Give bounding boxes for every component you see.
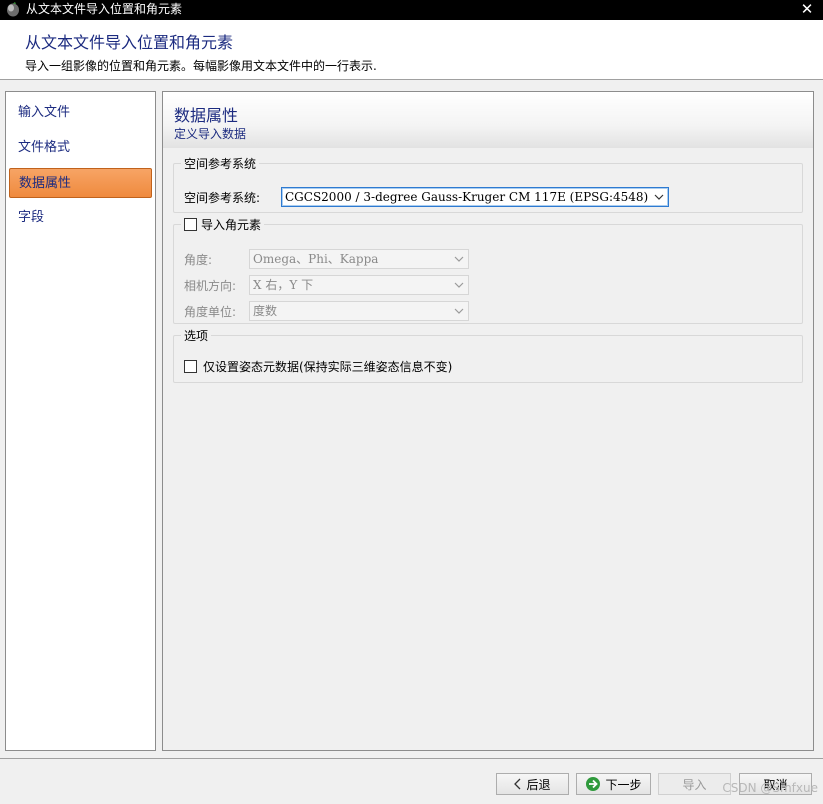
sidebar-item-input-file[interactable]: 输入文件 — [9, 98, 152, 128]
options-legend: 选项 — [184, 329, 209, 343]
chevron-down-icon — [654, 194, 664, 200]
camera-direction-dropdown[interactable]: X 右，Y 下 — [249, 275, 469, 295]
spatial-reference-group: 空间参考系统 空间参考系统: CGCS2000 / 3-degree Gauss… — [173, 155, 803, 213]
back-button[interactable]: 后退 — [496, 773, 569, 795]
next-arrow-icon — [586, 777, 601, 791]
panel-header: 数据属性 定义导入数据 — [163, 92, 813, 148]
sidebar-item-label: 字段 — [18, 210, 45, 225]
wizard-footer: 后退 下一步 导入 取消 — [0, 758, 823, 804]
wizard-title: 从文本文件导入位置和角元素 — [25, 33, 234, 52]
camera-direction-row: 相机方向: X 右，Y 下 — [184, 275, 469, 295]
sidebar-item-fields[interactable]: 字段 — [9, 203, 152, 233]
attitude-only-row: 仅设置姿态元数据(保持实际三维姿态信息不变) — [184, 358, 452, 375]
srs-dropdown[interactable]: CGCS2000 / 3-degree Gauss-Kruger CM 117E… — [281, 187, 669, 207]
back-label: 后退 — [526, 777, 551, 792]
attitude-only-label: 仅设置姿态元数据(保持实际三维姿态信息不变) — [203, 360, 453, 374]
sidebar-item-label: 数据属性 — [19, 176, 72, 191]
next-button[interactable]: 下一步 — [576, 773, 651, 795]
spatial-reference-legend: 空间参考系统 — [184, 157, 257, 171]
options-group: 选项 仅设置姿态元数据(保持实际三维姿态信息不变) — [173, 327, 803, 383]
wizard-subtitle: 导入一组影像的位置和角元素。每幅影像用文本文件中的一行表示. — [25, 59, 377, 73]
sidebar-item-data-properties[interactable]: 数据属性 — [9, 168, 152, 198]
chevron-down-icon — [454, 256, 464, 262]
angle-unit-value: 度数 — [253, 304, 278, 318]
angle-elements-group: 导入角元素 角度: Omega、Phi、Kappa 相机方向: X 右，Y 下 … — [173, 216, 803, 324]
angle-dropdown[interactable]: Omega、Phi、Kappa — [249, 249, 469, 269]
angle-unit-label: 角度单位: — [184, 304, 237, 319]
import-label: 导入 — [682, 777, 707, 792]
import-button[interactable]: 导入 — [658, 773, 731, 795]
panel-subtitle: 定义导入数据 — [174, 127, 247, 141]
wizard-header: 从文本文件导入位置和角元素 导入一组影像的位置和角元素。每幅影像用文本文件中的一… — [0, 20, 823, 80]
srs-value: CGCS2000 / 3-degree Gauss-Kruger CM 117E… — [285, 190, 649, 204]
camera-direction-value: X 右，Y 下 — [253, 278, 314, 292]
sidebar-item-file-format[interactable]: 文件格式 — [9, 133, 152, 163]
window-title: 从文本文件导入位置和角元素 — [26, 2, 183, 16]
camera-direction-label: 相机方向: — [184, 278, 237, 293]
srs-row: 空间参考系统: CGCS2000 / 3-degree Gauss-Kruger… — [184, 187, 669, 207]
data-properties-panel: 数据属性 定义导入数据 空间参考系统 空间参考系统: CGCS2000 / 3-… — [162, 91, 814, 751]
next-label: 下一步 — [605, 777, 642, 792]
chevron-down-icon — [454, 308, 464, 314]
attitude-only-checkbox[interactable] — [184, 360, 197, 373]
panel-title: 数据属性 — [174, 106, 239, 125]
chevron-down-icon — [454, 282, 464, 288]
sidebar-item-label: 输入文件 — [18, 105, 71, 120]
import-angles-label: 导入角元素 — [201, 218, 262, 232]
import-angles-checkbox[interactable] — [184, 218, 197, 231]
close-icon[interactable]: ✕ — [797, 0, 817, 20]
title-bar: 从文本文件导入位置和角元素 ✕ — [0, 0, 823, 20]
angle-row: 角度: Omega、Phi、Kappa — [184, 249, 469, 269]
angle-unit-dropdown[interactable]: 度数 — [249, 301, 469, 321]
angle-unit-row: 角度单位: 度数 — [184, 301, 469, 321]
chevron-left-icon — [514, 778, 521, 790]
sidebar-item-label: 文件格式 — [18, 140, 71, 155]
srs-label: 空间参考系统: — [184, 190, 261, 205]
angle-value: Omega、Phi、Kappa — [253, 252, 379, 266]
angle-elements-legend: 导入角元素 — [181, 216, 264, 233]
watermark: CSDN @Smfxue — [722, 781, 818, 795]
app-globe-icon — [7, 2, 19, 17]
angle-label: 角度: — [184, 252, 213, 267]
wizard-steps-sidebar: 输入文件 文件格式 数据属性 字段 — [5, 91, 156, 751]
